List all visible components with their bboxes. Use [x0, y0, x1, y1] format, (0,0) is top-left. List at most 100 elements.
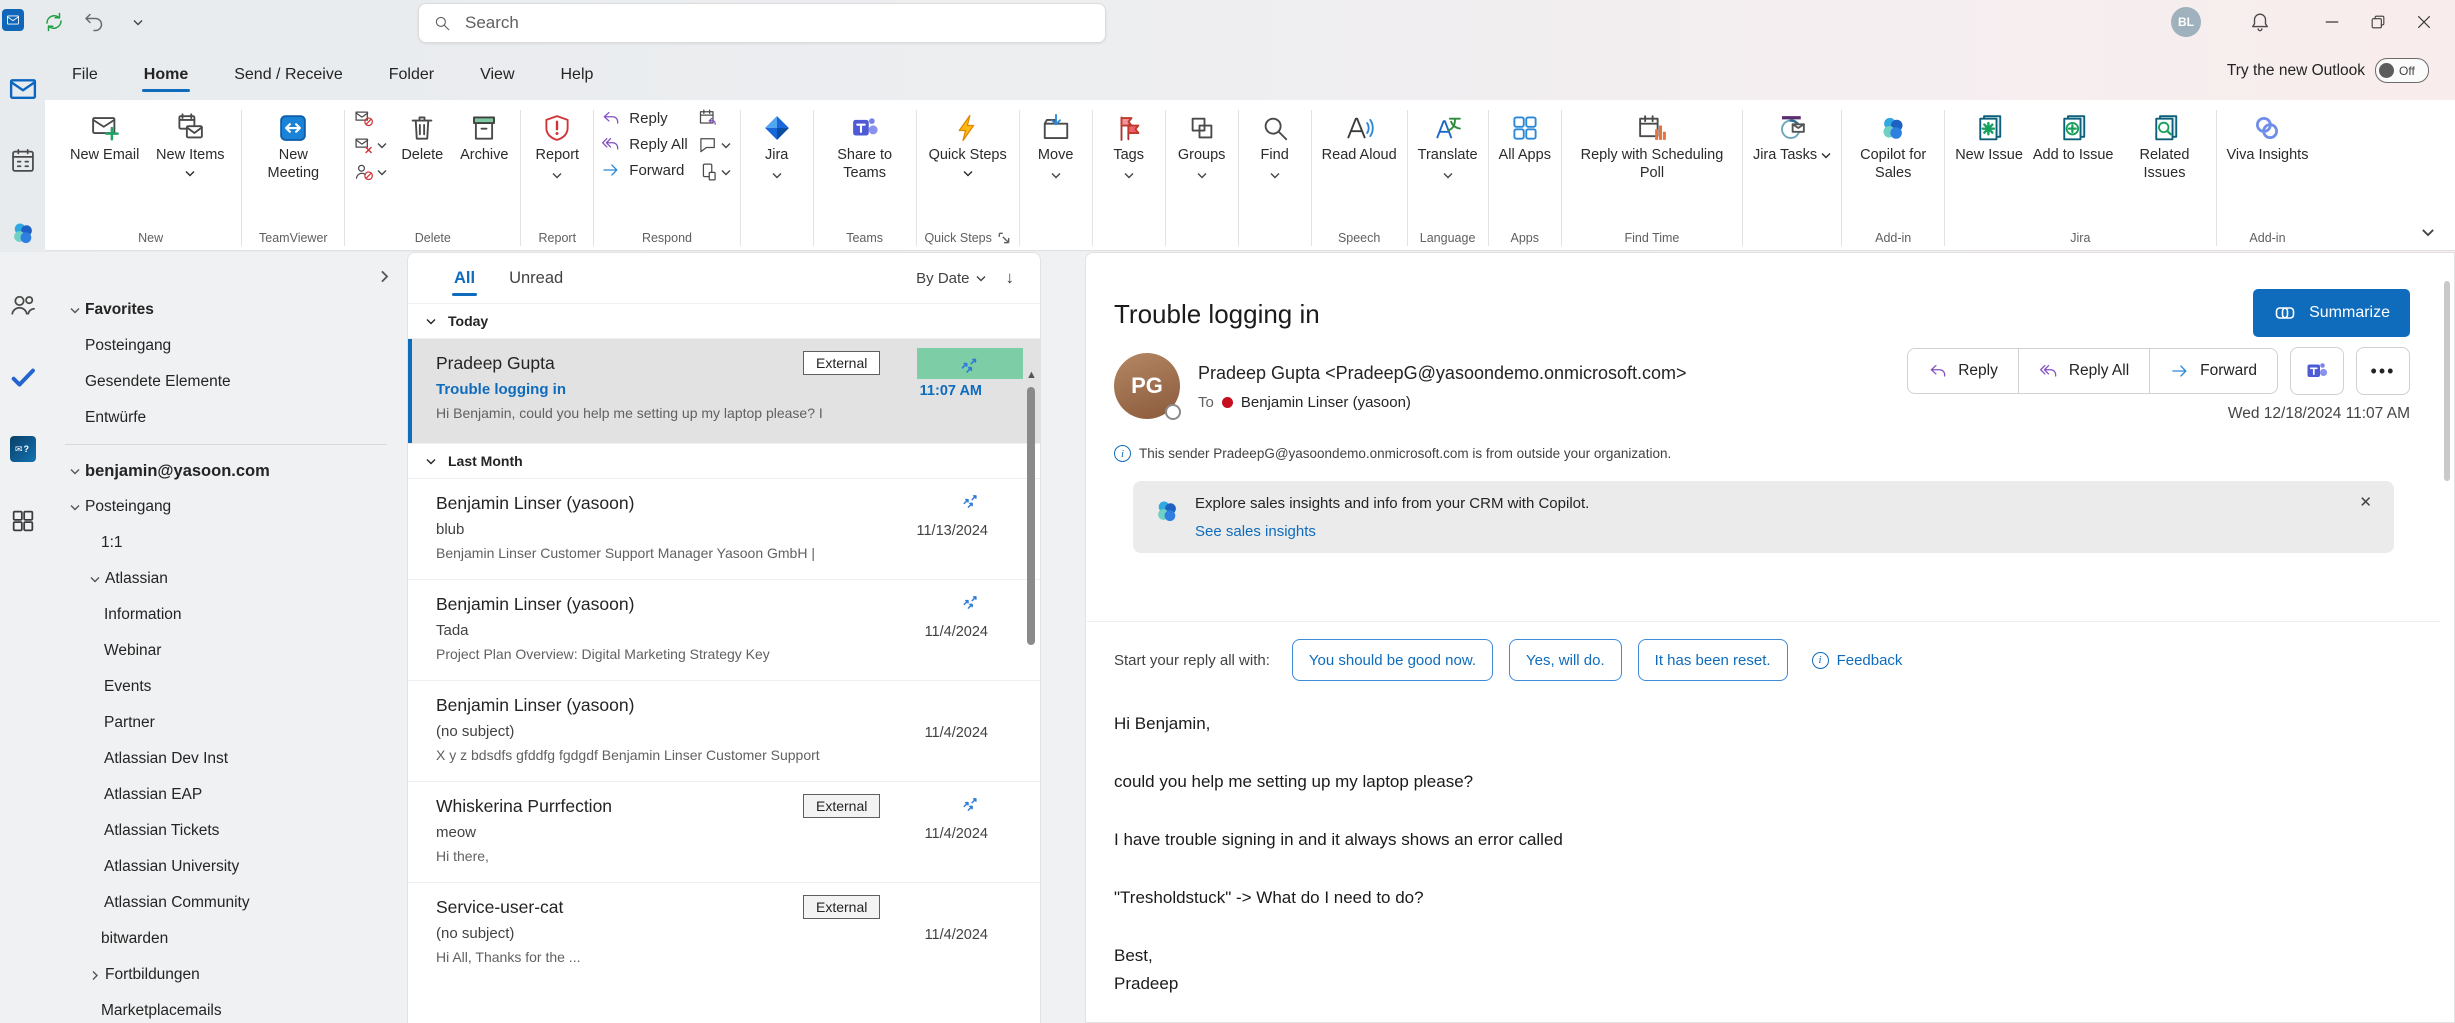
folder-posteingang-fav[interactable]: Posteingang — [45, 328, 407, 364]
summarize-button[interactable]: Summarize — [2253, 289, 2410, 337]
sender-avatar[interactable]: PG — [1114, 353, 1180, 419]
sort-direction-icon[interactable]: ↓ — [1006, 268, 1015, 288]
email-row-tada[interactable]: Benjamin Linser (yasoon) Tada 11/4/2024 … — [408, 579, 1040, 680]
new-outlook-toggle[interactable]: Off — [2375, 58, 2429, 83]
rail-more-apps-icon[interactable] — [8, 506, 38, 536]
suggested-reply-2[interactable]: Yes, will do. — [1509, 639, 1622, 681]
share-to-teams-button[interactable] — [2290, 347, 2344, 395]
folder-1-1[interactable]: 1:1 — [45, 525, 407, 561]
jira-button[interactable]: Jira — [746, 106, 808, 188]
jira-quick-action-highlight[interactable] — [917, 348, 1023, 379]
groups-button[interactable]: Groups — [1171, 106, 1233, 188]
menu-file[interactable]: File — [70, 62, 100, 94]
scrollbar-thumb[interactable] — [2444, 281, 2450, 481]
reply-all-button[interactable]: Reply All — [2018, 349, 2149, 393]
collapse-folder-pane-icon[interactable] — [378, 268, 391, 286]
undo-icon[interactable] — [80, 8, 108, 36]
menu-send-receive[interactable]: Send / Receive — [232, 62, 345, 94]
new-email-button[interactable]: New Email — [65, 106, 144, 168]
reply-button[interactable]: Reply — [1908, 349, 2018, 393]
folder-entwuerfe[interactable]: Entwürfe — [45, 400, 407, 436]
email-row-pradeep[interactable]: Pradeep Gupta External Trouble logging i… — [408, 338, 1040, 443]
copilot-for-sales-button[interactable]: Copilot for Sales — [1847, 106, 1939, 187]
folder-bitwarden[interactable]: bitwarden — [45, 921, 407, 957]
favorites-header[interactable]: Favorites — [45, 292, 407, 328]
scrollbar-thumb[interactable] — [1027, 387, 1035, 645]
suggested-reply-3[interactable]: It has been reset. — [1638, 639, 1788, 681]
reading-scrollbar[interactable] — [2442, 261, 2452, 1014]
rail-copilot-icon[interactable] — [8, 218, 38, 248]
group-header-today[interactable]: Today — [408, 303, 1040, 338]
new-items-button[interactable]: New Items — [144, 106, 236, 187]
forward-button[interactable]: Forward — [601, 160, 687, 180]
rail-todo-icon[interactable] — [8, 362, 38, 392]
new-meeting-button[interactable]: New Meeting — [247, 106, 339, 187]
close-button[interactable] — [2401, 2, 2447, 42]
folder-atlassian[interactable]: Atlassian — [45, 561, 407, 597]
tab-unread[interactable]: Unread — [507, 263, 565, 294]
rail-people-icon[interactable] — [8, 290, 38, 320]
folder-partner[interactable]: Partner — [45, 705, 407, 741]
folder-fortbildungen[interactable]: Fortbildungen — [45, 957, 407, 993]
tags-button[interactable]: Tags — [1098, 106, 1160, 188]
account-avatar[interactable]: BL — [2171, 7, 2201, 37]
group-header-last-month[interactable]: Last Month — [408, 443, 1040, 478]
folder-marketplacemails[interactable]: Marketplacemails — [45, 993, 407, 1023]
ignore-button[interactable] — [354, 108, 387, 128]
reply-other-button[interactable] — [698, 162, 731, 182]
move-button[interactable]: Move — [1025, 106, 1087, 188]
scroll-up-icon[interactable]: ▲ — [1026, 369, 1037, 381]
all-apps-button[interactable]: All Apps — [1494, 106, 1556, 168]
new-issue-button[interactable]: New Issue — [1950, 106, 2028, 168]
share-to-teams-button[interactable]: Share to Teams — [819, 106, 911, 187]
reply-button[interactable]: Reply — [601, 108, 687, 128]
more-actions-button[interactable]: ••• — [2356, 347, 2410, 395]
folder-gesendete-elemente[interactable]: Gesendete Elemente — [45, 364, 407, 400]
translate-button[interactable]: Translate — [1413, 106, 1483, 188]
quick-steps-button[interactable]: Quick Steps — [922, 106, 1014, 187]
search-input[interactable] — [463, 12, 1091, 34]
archive-button[interactable]: Archive — [453, 106, 515, 168]
jira-tasks-button[interactable]: Jira Tasks — [1748, 106, 1836, 168]
folder-atlassian-eap[interactable]: Atlassian EAP — [45, 777, 407, 813]
account-header[interactable]: benjamin@yasoon.com — [45, 453, 407, 489]
rail-mail-icon[interactable] — [8, 74, 38, 104]
folder-webinar[interactable]: Webinar — [45, 633, 407, 669]
viva-insights-button[interactable]: Viva Insights — [2222, 106, 2314, 168]
block-sender-button[interactable] — [354, 162, 387, 182]
banner-close-icon[interactable]: ✕ — [2359, 493, 2372, 511]
folder-atlassian-university[interactable]: Atlassian University — [45, 849, 407, 885]
feedback-link[interactable]: iFeedback — [1812, 652, 1903, 669]
menu-folder[interactable]: Folder — [387, 62, 436, 94]
collapse-ribbon-chevron-icon[interactable] — [2421, 224, 2435, 242]
delete-button[interactable]: Delete — [391, 106, 453, 168]
report-button[interactable]: Report — [526, 106, 588, 188]
add-to-issue-button[interactable]: Add to Issue — [2028, 106, 2119, 168]
forward-button[interactable]: Forward — [2149, 349, 2277, 393]
find-button[interactable]: Find — [1244, 106, 1306, 188]
read-aloud-button[interactable]: Read Aloud — [1317, 106, 1402, 168]
suggested-reply-1[interactable]: You should be good now. — [1292, 639, 1493, 681]
folder-posteingang[interactable]: Posteingang — [45, 489, 407, 525]
rail-calendar-icon[interactable] — [8, 146, 38, 176]
folder-information[interactable]: Information — [45, 597, 407, 633]
restore-button[interactable] — [2355, 2, 2401, 42]
rail-addin-icon[interactable]: ✉? — [8, 434, 38, 464]
sync-send-receive-icon[interactable] — [40, 8, 68, 36]
related-issues-button[interactable]: Related Issues — [2119, 106, 2211, 187]
email-row-whiskerina[interactable]: Whiskerina Purrfection External meow 11/… — [408, 781, 1040, 882]
folder-atlassian-community[interactable]: Atlassian Community — [45, 885, 407, 921]
menu-home[interactable]: Home — [142, 62, 190, 94]
recipient-name[interactable]: Benjamin Linser (yasoon) — [1241, 394, 1411, 411]
menu-view[interactable]: View — [478, 62, 516, 94]
email-row-blub[interactable]: Benjamin Linser (yasoon) blub 11/13/2024… — [408, 478, 1040, 579]
reply-with-im-button[interactable] — [698, 135, 731, 155]
search-bar[interactable] — [418, 3, 1106, 43]
junk-button[interactable] — [354, 135, 387, 155]
folder-atlassian-tickets[interactable]: Atlassian Tickets — [45, 813, 407, 849]
reply-all-button[interactable]: Reply All — [601, 134, 687, 154]
minimize-button[interactable] — [2309, 2, 2355, 42]
scheduling-poll-button[interactable]: Reply with Scheduling Poll — [1567, 106, 1737, 187]
meeting-reply-button[interactable] — [698, 108, 731, 128]
folder-events[interactable]: Events — [45, 669, 407, 705]
